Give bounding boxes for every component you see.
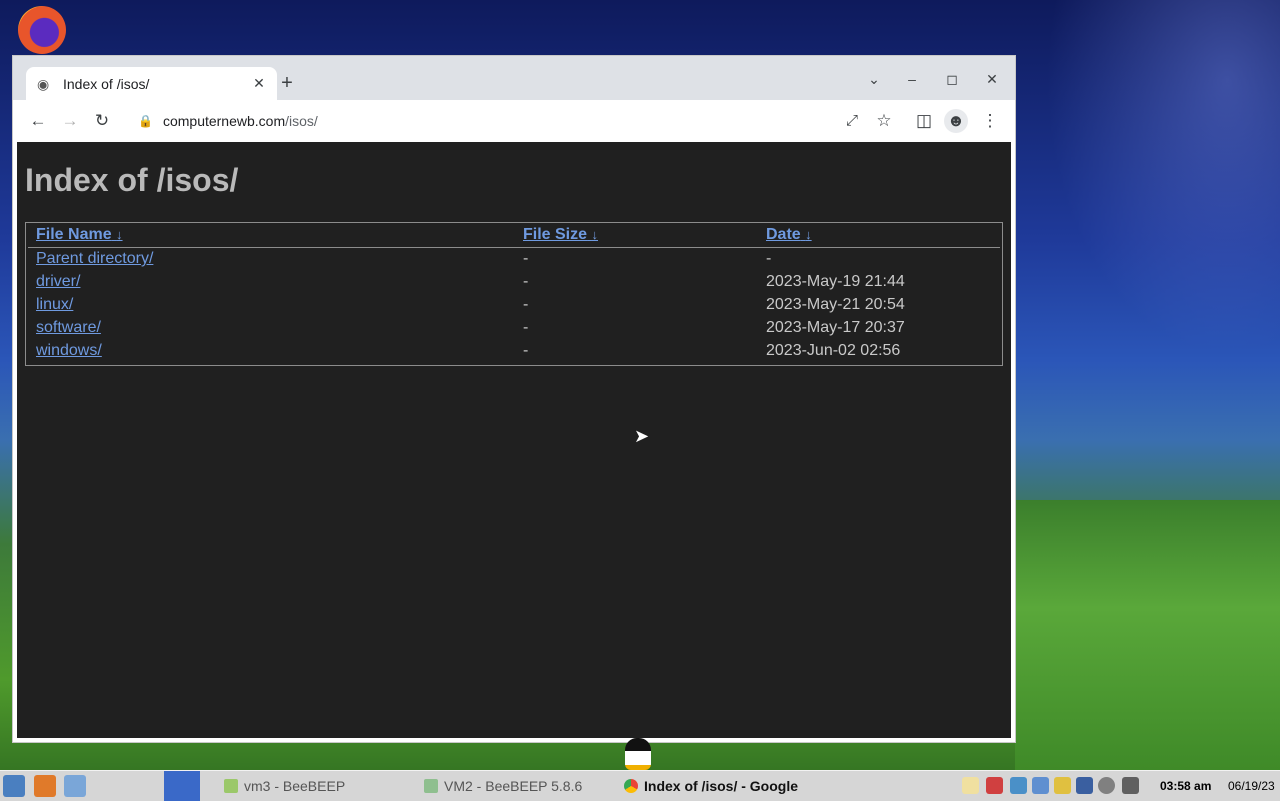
close-window-button[interactable]: ✕	[977, 68, 1007, 90]
tab-active[interactable]: ◉ Index of /isos/ ✕	[26, 67, 277, 100]
mouse-cursor-icon: ➤	[634, 426, 650, 446]
software-folder-link[interactable]: software/	[36, 319, 101, 336]
row-size: -	[523, 342, 529, 359]
url-host: computernewb.com	[162, 113, 286, 129]
wallpaper-hill	[1015, 500, 1280, 770]
minimize-button[interactable]: –	[897, 68, 927, 90]
row-size: -	[523, 296, 529, 313]
screen-icon[interactable]	[1076, 777, 1093, 794]
row-size: -	[523, 273, 529, 290]
star-icon[interactable]: ☆	[872, 109, 896, 133]
lock-icon[interactable]: 🔒	[138, 114, 153, 128]
tab-search-chevron-icon[interactable]: ⌄	[859, 68, 889, 90]
driver-folder-link[interactable]: driver/	[36, 273, 80, 290]
sort-by-name-link[interactable]: File Name ↓	[36, 226, 123, 243]
taskbar-item-vm2[interactable]: VM2 - BeeBEEP 5.8.6	[424, 771, 582, 801]
row-name: driver/	[36, 272, 80, 292]
url-path: /isos/	[285, 113, 318, 129]
parent-directory-link[interactable]: Parent directory/	[36, 250, 153, 267]
row-name: Parent directory/	[36, 249, 153, 269]
start-menu-icon[interactable]	[3, 775, 25, 797]
monitor-icon[interactable]	[1032, 777, 1049, 794]
linux-folder-link[interactable]: linux/	[36, 296, 73, 313]
clock-time: 03:58 am	[1160, 779, 1212, 793]
row-size: -	[523, 250, 529, 267]
beebeep-icon	[224, 779, 238, 793]
row-date: -	[766, 250, 772, 267]
reload-icon[interactable]: ↻	[90, 109, 114, 133]
forward-arrow-icon[interactable]: →	[58, 109, 82, 133]
maximize-button[interactable]: ◻	[937, 68, 967, 90]
display-icon[interactable]	[1010, 777, 1027, 794]
taskbar-item-chrome[interactable]: Index of /isos/ - Google	[624, 771, 798, 801]
column-header-size: File Size ↓	[515, 226, 759, 248]
row-date: 2023-May-19 21:44	[766, 273, 905, 290]
windows-folder-link[interactable]: windows/	[36, 342, 102, 359]
row-name: windows/	[36, 341, 102, 361]
settings-icon[interactable]	[1122, 777, 1139, 794]
taskbar: vm3 - BeeBEEP VM2 - BeeBEEP 5.8.6 Index …	[0, 770, 1280, 801]
wallpaper-glow	[1015, 0, 1280, 400]
sort-by-date-link[interactable]: Date ↓	[766, 226, 812, 243]
firefox-desktop-icon[interactable]	[18, 6, 66, 54]
tab-close-icon[interactable]: ✕	[249, 75, 269, 92]
row-date: 2023-May-21 20:54	[766, 296, 905, 313]
column-header-date: Date ↓	[758, 226, 1000, 248]
kebab-menu-icon[interactable]: ⋮	[978, 109, 1002, 133]
volume-icon[interactable]	[1098, 777, 1115, 794]
page-content: Index of /isos/ File Name ↓ File Size ↓ …	[17, 142, 1011, 738]
address-bar[interactable]: 🔒 computernewb.com/isos/	[126, 106, 844, 136]
globe-icon: ◉	[37, 75, 50, 92]
chrome-icon	[624, 779, 638, 793]
browser-toolbar: ← → ↻ 🔒 computernewb.com/isos/ ⤢ ☆ ◫ ☻ ⋮	[13, 100, 1015, 142]
home-folder-icon[interactable]	[34, 775, 56, 797]
profile-icon[interactable]: ☻	[944, 109, 968, 133]
page-title: Index of /isos/	[25, 162, 239, 198]
tab-strip: ◉ Index of /isos/ ✕ + ⌄ – ◻ ✕	[13, 56, 1015, 100]
row-name: software/	[36, 318, 101, 338]
file-table: File Name ↓ File Size ↓ Date ↓ Parent di…	[25, 222, 1003, 366]
clock-date: 06/19/23	[1228, 779, 1275, 793]
share-icon[interactable]: ⤢	[840, 109, 864, 133]
tab-title: Index of /isos/	[63, 75, 150, 92]
new-tab-button[interactable]: +	[276, 72, 298, 94]
keyboard-layout-icon[interactable]	[962, 777, 979, 794]
side-panel-icon[interactable]: ◫	[912, 109, 936, 133]
row-name: linux/	[36, 295, 73, 315]
chrome-launcher-icon[interactable]	[164, 771, 200, 801]
column-header-name: File Name ↓	[28, 226, 520, 248]
row-date: 2023-May-17 20:37	[766, 319, 905, 336]
tools-icon[interactable]	[1054, 777, 1071, 794]
taskbar-item-vm3[interactable]: vm3 - BeeBEEP	[224, 771, 345, 801]
row-date: 2023-Jun-02 02:56	[766, 342, 901, 359]
tux-penguin-icon	[625, 738, 651, 770]
network-icon[interactable]	[64, 775, 86, 797]
row-size: -	[523, 319, 529, 336]
back-arrow-icon[interactable]: ←	[26, 109, 50, 133]
browser-window: ◉ Index of /isos/ ✕ + ⌄ – ◻ ✕ ← → ↻ 🔒 co…	[13, 56, 1015, 742]
vm-icon	[424, 779, 438, 793]
sort-by-size-link[interactable]: File Size ↓	[523, 226, 598, 243]
network-disconnected-icon[interactable]	[986, 777, 1003, 794]
